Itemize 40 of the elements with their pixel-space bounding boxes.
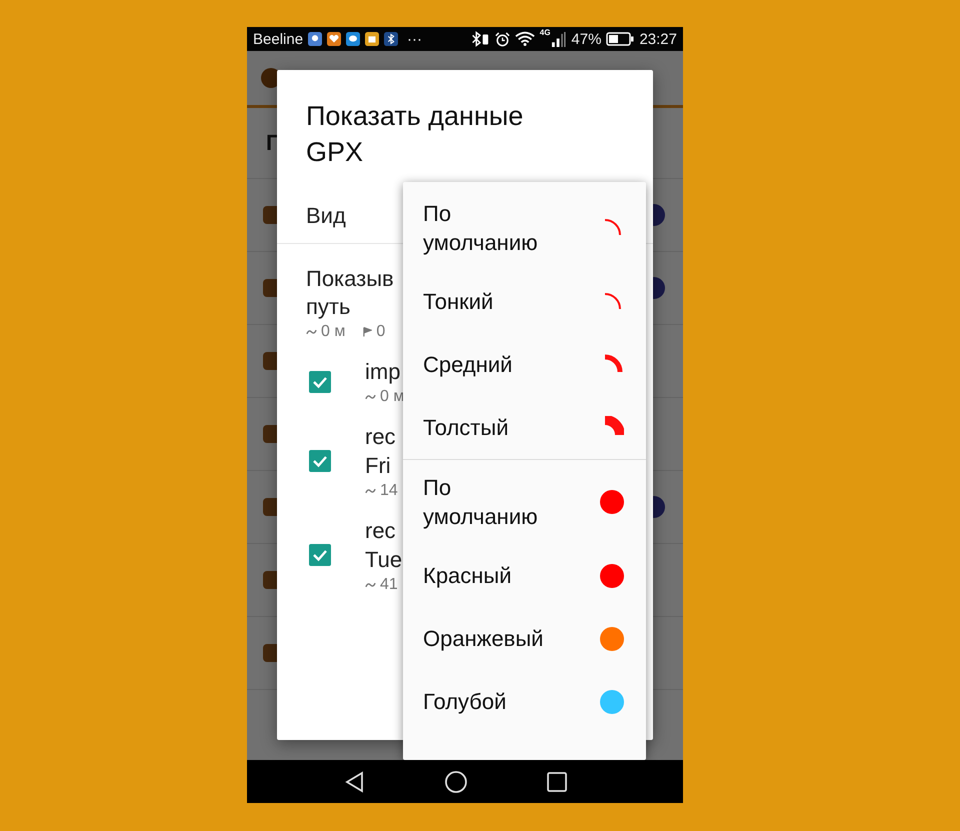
battery-icon bbox=[606, 32, 634, 46]
trend-icon bbox=[365, 581, 376, 589]
track-distance: 14 bbox=[380, 482, 398, 500]
track-checkbox[interactable] bbox=[309, 450, 331, 472]
flag-icon bbox=[363, 326, 372, 338]
menu-item[interactable]: Голубой bbox=[403, 670, 646, 733]
recents-icon[interactable] bbox=[545, 770, 569, 794]
battery-percent: 47% bbox=[571, 30, 602, 48]
location-pin-icon bbox=[308, 32, 322, 46]
track-name: rec Fri bbox=[365, 423, 397, 480]
clock-time: 23:27 bbox=[639, 30, 677, 48]
menu-item[interactable]: Средний bbox=[403, 333, 646, 396]
chat-bubble-icon bbox=[346, 32, 360, 46]
alarm-clock-icon bbox=[494, 32, 510, 46]
track-checkbox[interactable] bbox=[309, 544, 331, 566]
signal-icon bbox=[551, 32, 566, 46]
trend-icon bbox=[365, 487, 376, 495]
home-icon[interactable] bbox=[444, 770, 468, 794]
menu-item[interactable]: По умолчанию bbox=[403, 460, 646, 544]
bag-icon bbox=[365, 32, 380, 46]
bluetooth-icon bbox=[470, 31, 490, 47]
trend-icon bbox=[306, 328, 317, 336]
track-distance: 0 м bbox=[321, 323, 346, 341]
track-name: imp bbox=[365, 358, 402, 386]
bluetooth-icon bbox=[384, 32, 398, 46]
wifi-icon bbox=[514, 31, 535, 47]
menu-item[interactable]: Оранжевый bbox=[403, 607, 646, 670]
track-checkbox[interactable] bbox=[309, 370, 331, 392]
menu-item[interactable]: По умолчанию bbox=[403, 186, 646, 270]
more-notifications: ··· bbox=[407, 30, 422, 48]
carrier-name: Beeline bbox=[253, 30, 304, 48]
track-distance: 41 bbox=[380, 576, 398, 594]
network-type: 4G bbox=[540, 28, 550, 37]
menu-item[interactable]: Красный bbox=[403, 544, 646, 607]
show-track-label: Показыв путь bbox=[306, 265, 395, 321]
track-name: rec Tue bbox=[365, 517, 403, 574]
trend-icon bbox=[365, 393, 376, 401]
waypoint-count: 0 bbox=[376, 323, 386, 341]
menu-item[interactable]: Толстый bbox=[403, 396, 646, 459]
menu-item[interactable]: Тонкий bbox=[403, 270, 646, 333]
